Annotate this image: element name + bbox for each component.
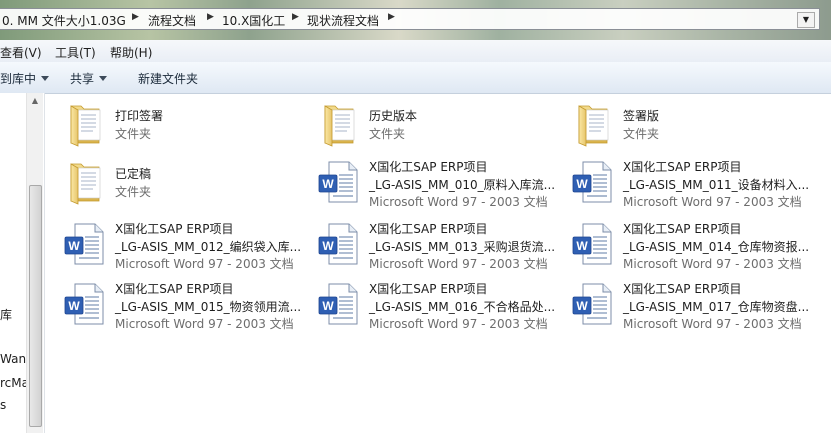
word-document-icon [315, 220, 363, 268]
nav-item-rcma[interactable]: rcMa [0, 376, 26, 390]
file-item-word-doc[interactable]: X国化工SAP ERP项目 _LG-ASIS_MM_015_物资领用流... M… [61, 280, 311, 340]
file-item-word-doc[interactable]: X国化工SAP ERP项目 _LG-ASIS_MM_016_不合格品处... M… [315, 280, 565, 340]
file-name-line2: _LG-ASIS_MM_013_采购退货流... [369, 240, 556, 254]
menu-bar: 查看(V) 工具(T) 帮助(H) [0, 40, 831, 63]
file-item-word-doc[interactable]: X国化工SAP ERP项目 _LG-ASIS_MM_012_编织袋入库... M… [61, 220, 311, 280]
folder-icon [61, 158, 109, 206]
chevron-down-icon [99, 76, 108, 81]
word-document-icon [569, 280, 617, 328]
word-document-icon [569, 158, 617, 206]
file-name-line2: _LG-ASIS_MM_014_仓库物资报... [623, 240, 810, 254]
file-name-line1: X国化工SAP ERP项目 [623, 222, 742, 236]
word-document-icon [315, 280, 363, 328]
file-item-word-doc[interactable]: X国化工SAP ERP项目 _LG-ASIS_MM_010_原料入库流... M… [315, 158, 565, 218]
file-type: Microsoft Word 97 - 2003 文档 [115, 257, 294, 271]
word-document-icon [61, 280, 109, 328]
nav-scrollbar[interactable]: ▲ [26, 93, 43, 433]
address-dropdown-icon[interactable]: ▼ [797, 12, 815, 28]
file-name: 历史版本 [369, 109, 418, 123]
breadcrumb-separator-icon[interactable]: ▶ [292, 12, 299, 22]
nav-item-s[interactable]: s [0, 398, 26, 412]
folder-icon [315, 100, 363, 148]
file-type: Microsoft Word 97 - 2003 文档 [369, 195, 548, 209]
file-type: Microsoft Word 97 - 2003 文档 [115, 317, 294, 331]
chevron-down-icon [41, 76, 50, 81]
file-item-folder[interactable]: 签署版 文件夹 [569, 100, 819, 160]
file-type: 文件夹 [369, 127, 406, 141]
word-document-icon [569, 220, 617, 268]
share-label: 共享 [70, 72, 95, 86]
new-folder-button[interactable]: 新建文件夹 [138, 70, 198, 87]
file-name-line1: X国化工SAP ERP项目 [115, 222, 234, 236]
breadcrumb-separator-icon[interactable]: ▶ [207, 12, 214, 22]
file-name-line2: _LG-ASIS_MM_016_不合格品处... [369, 300, 556, 314]
file-item-folder[interactable]: 打印签署 文件夹 [61, 100, 311, 160]
file-item-word-doc[interactable]: X国化工SAP ERP项目 _LG-ASIS_MM_014_仓库物资报... M… [569, 220, 819, 280]
file-name-line2: _LG-ASIS_MM_015_物资领用流... [115, 300, 302, 314]
breadcrumb-process-docs[interactable]: 流程文档 [148, 12, 196, 29]
file-name: 签署版 [623, 109, 660, 123]
file-name-line1: X国化工SAP ERP项目 [369, 222, 488, 236]
file-name-line2: _LG-ASIS_MM_012_编织袋入库... [115, 240, 302, 254]
scrollbar-thumb[interactable] [29, 185, 42, 427]
breadcrumb-current[interactable]: 现状流程文档 [307, 12, 379, 29]
menu-view[interactable]: 查看(V) [0, 44, 42, 61]
file-type: Microsoft Word 97 - 2003 文档 [369, 257, 548, 271]
file-name-line2: _LG-ASIS_MM_010_原料入库流... [369, 178, 556, 192]
folder-icon [61, 100, 109, 148]
breadcrumb-company[interactable]: 10.X国化工 [222, 12, 285, 29]
menu-help[interactable]: 帮助(H) [110, 44, 152, 61]
file-name-line1: X国化工SAP ERP项目 [115, 282, 234, 296]
file-item-folder[interactable]: 历史版本 文件夹 [315, 100, 565, 160]
word-document-icon [315, 158, 363, 206]
nav-item-library[interactable]: 库 [0, 306, 26, 323]
file-name-line2: _LG-ASIS_MM_011_设备材料入... [623, 178, 810, 192]
breadcrumb-root[interactable]: 0. MM 文件大小1.03G [2, 12, 126, 29]
nav-item-wan[interactable]: Wan [0, 352, 26, 366]
scroll-up-icon[interactable]: ▲ [27, 96, 43, 108]
file-type: Microsoft Word 97 - 2003 文档 [623, 195, 802, 209]
share-button[interactable]: 共享 [70, 70, 108, 87]
address-bar[interactable]: 0. MM 文件大小1.03G ▶ 流程文档 ▶ 10.X国化工 ▶ 现状流程文… [0, 8, 820, 30]
file-name-line1: X国化工SAP ERP项目 [623, 282, 742, 296]
breadcrumb-separator-icon[interactable]: ▶ [132, 12, 139, 22]
file-type: 文件夹 [623, 127, 660, 141]
include-in-library-button[interactable]: 到库中 [0, 70, 50, 87]
file-name: 打印签署 [115, 109, 164, 123]
file-type: Microsoft Word 97 - 2003 文档 [369, 317, 548, 331]
file-item-word-doc[interactable]: X国化工SAP ERP项目 _LG-ASIS_MM_011_设备材料入... M… [569, 158, 819, 218]
file-item-folder[interactable]: 已定稿 文件夹 [61, 158, 311, 218]
file-name-line1: X国化工SAP ERP项目 [369, 160, 488, 174]
navigation-pane: 库 Wan rcMa s ▲ [0, 93, 45, 433]
file-name-line1: X国化工SAP ERP项目 [369, 282, 488, 296]
file-name-line2: _LG-ASIS_MM_017_仓库物资盘... [623, 300, 810, 314]
file-item-word-doc[interactable]: X国化工SAP ERP项目 _LG-ASIS_MM_013_采购退货流... M… [315, 220, 565, 280]
file-item-word-doc[interactable]: X国化工SAP ERP项目 _LG-ASIS_MM_017_仓库物资盘... M… [569, 280, 819, 340]
file-type: Microsoft Word 97 - 2003 文档 [623, 257, 802, 271]
window-titlebar: 0. MM 文件大小1.03G ▶ 流程文档 ▶ 10.X国化工 ▶ 现状流程文… [0, 0, 831, 40]
file-type: 文件夹 [115, 185, 152, 199]
folder-icon [569, 100, 617, 148]
file-type: 文件夹 [115, 127, 152, 141]
include-in-library-label: 到库中 [0, 72, 37, 86]
menu-tools[interactable]: 工具(T) [55, 44, 96, 61]
file-name-line1: X国化工SAP ERP项目 [623, 160, 742, 174]
breadcrumb-separator-icon[interactable]: ▶ [388, 12, 395, 22]
command-toolbar: 到库中 共享 新建文件夹 [0, 62, 831, 94]
file-name: 已定稿 [115, 167, 152, 181]
word-document-icon [61, 220, 109, 268]
file-type: Microsoft Word 97 - 2003 文档 [623, 317, 802, 331]
